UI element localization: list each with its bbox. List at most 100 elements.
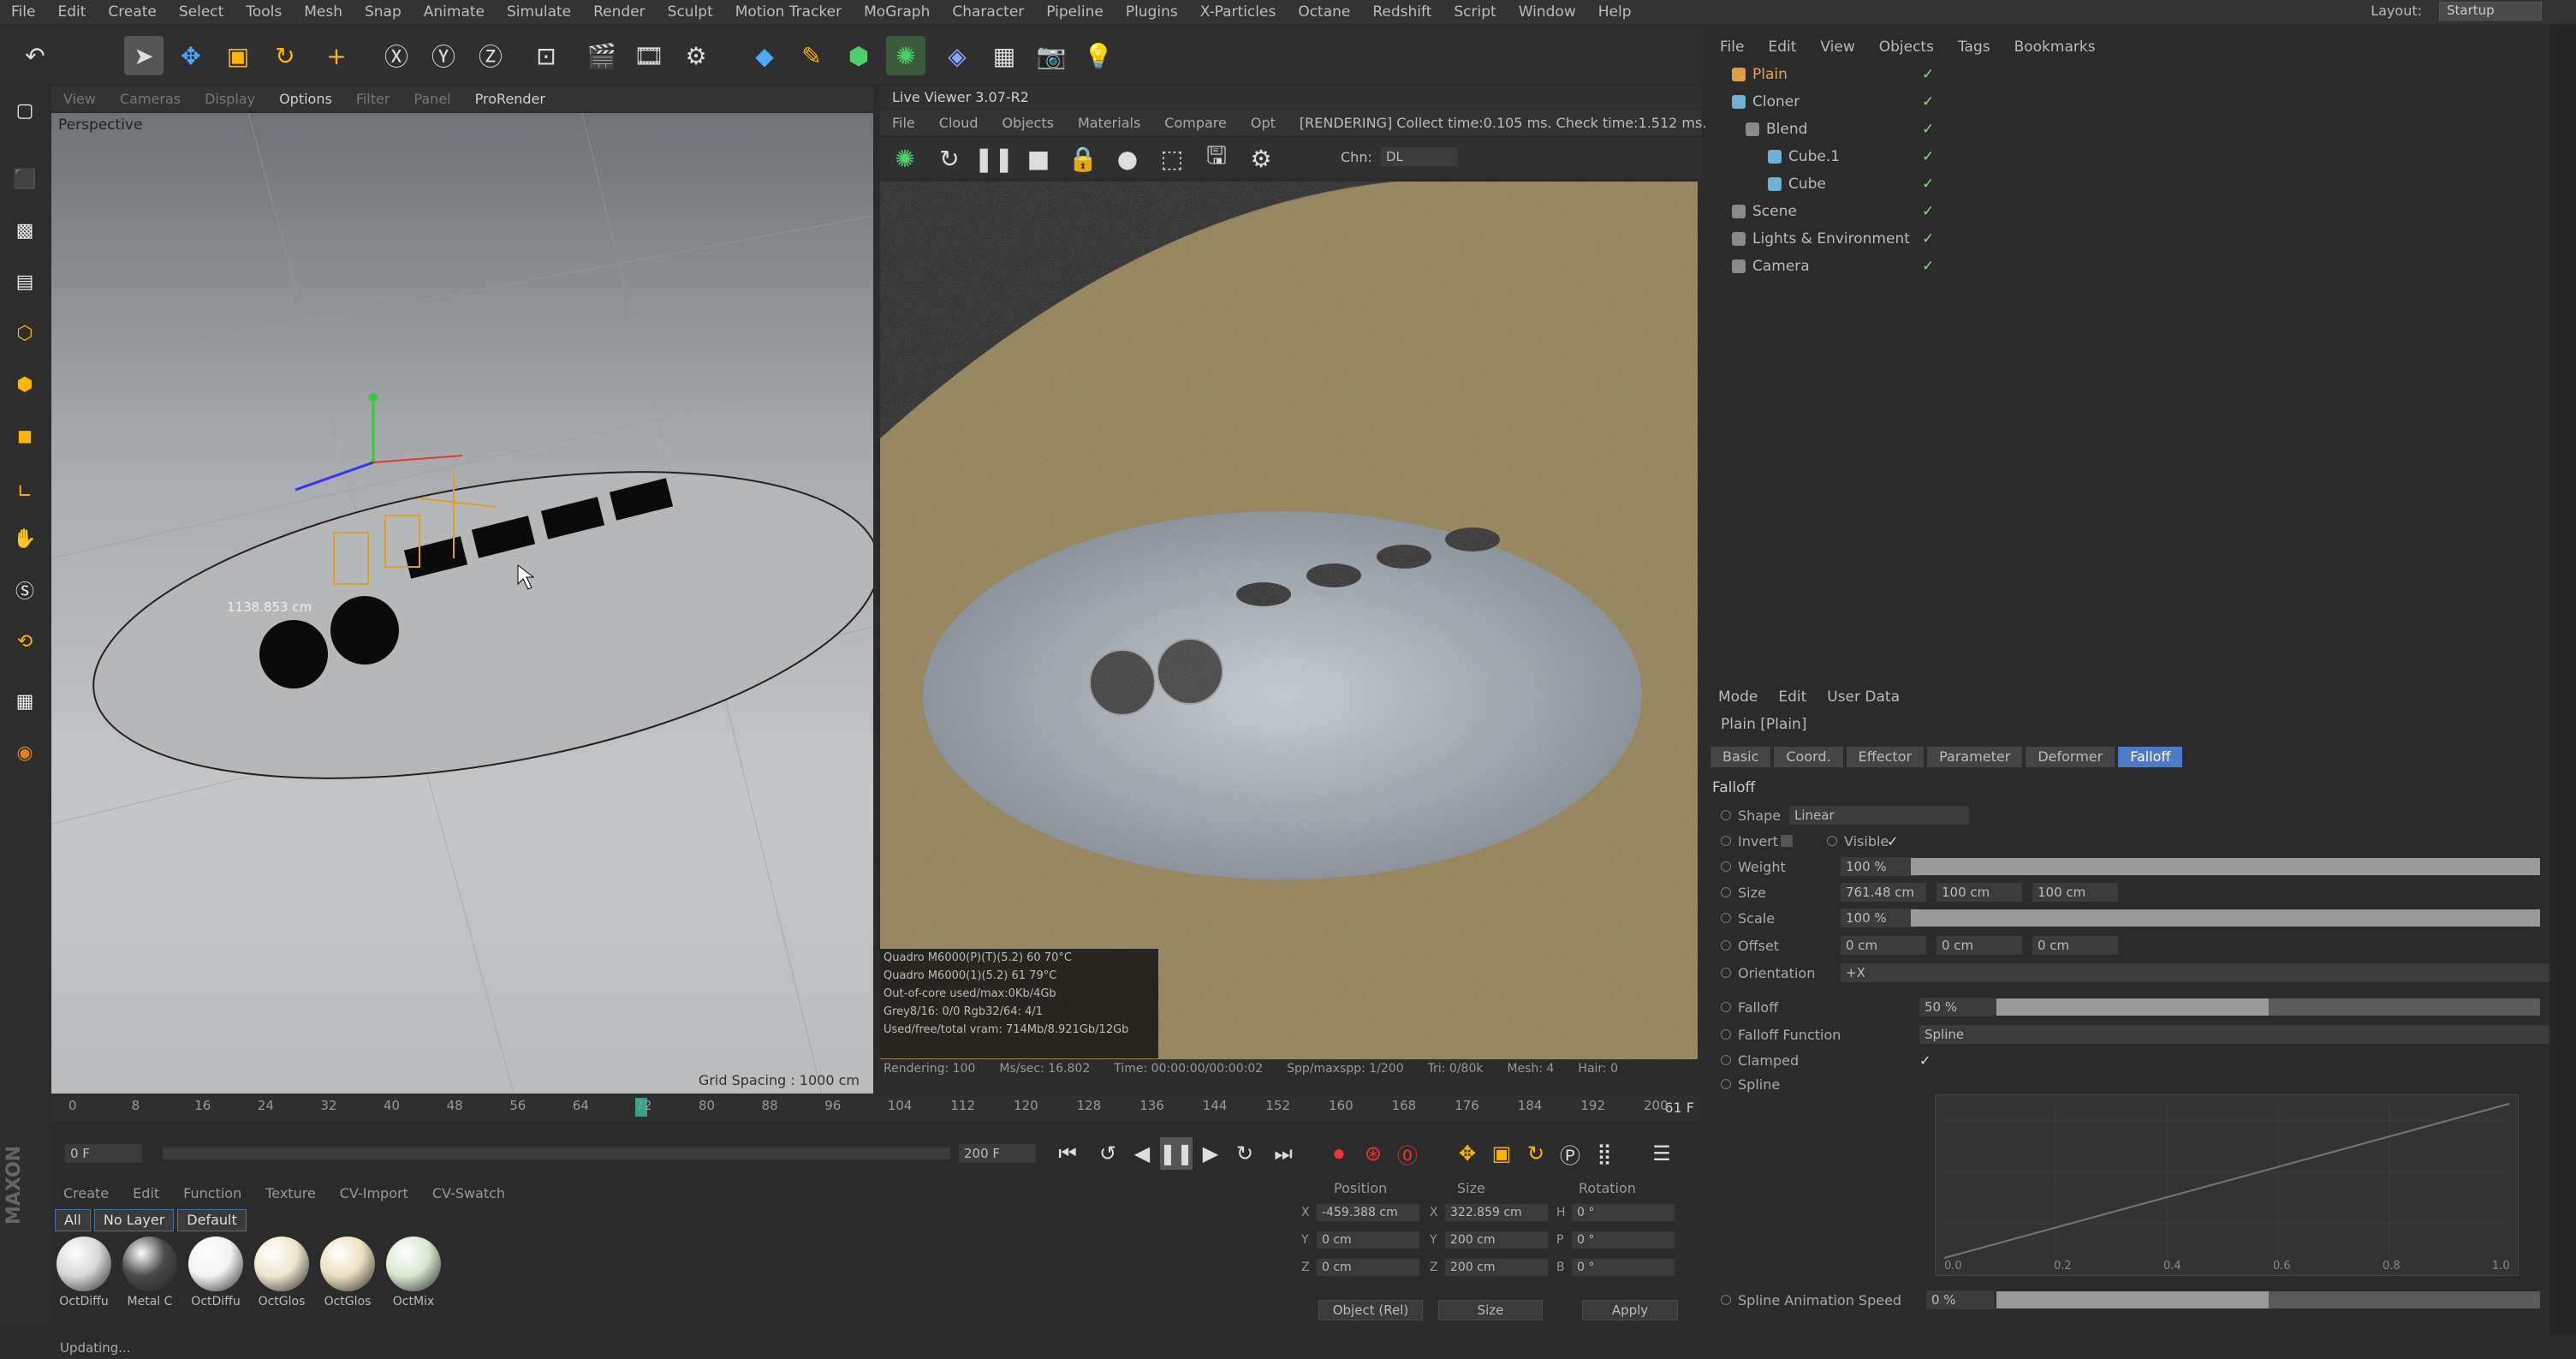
menu-sculpt[interactable]: Sculpt [657, 3, 724, 21]
falloff-slider[interactable] [1996, 998, 2540, 1016]
tab-falloff[interactable]: Falloff [2118, 747, 2183, 767]
attribute-menu-edit[interactable]: Edit [1768, 688, 1817, 706]
material-swatch[interactable]: OctDiffu [53, 1233, 115, 1310]
object-row[interactable]: Plain ✓ [1732, 62, 1934, 87]
visibility-toggle[interactable]: ✓ [1922, 148, 1934, 165]
settings-icon[interactable]: ⚙ [1241, 139, 1281, 178]
clamped-checkbox[interactable]: ✓ [1919, 1052, 1931, 1069]
key-parameter-icon[interactable]: Ⓟ [1554, 1137, 1586, 1170]
visibility-toggle[interactable]: ✓ [1922, 66, 1934, 83]
polygons-mode-icon[interactable]: ◼ [7, 418, 43, 454]
axis-icon[interactable]: ∟ [7, 474, 43, 510]
object-menu-tags[interactable]: Tags [1946, 39, 2002, 56]
material-ball-icon[interactable]: ● [1108, 139, 1147, 178]
coord-pos[interactable]: -459.388 cm [1317, 1204, 1419, 1221]
restart-icon[interactable]: ↻ [930, 139, 969, 178]
visibility-toggle[interactable]: ✓ [1922, 258, 1934, 275]
live-viewer-menu-opt[interactable]: Opt [1239, 115, 1288, 131]
region-icon[interactable]: ⬚ [1152, 139, 1192, 178]
light-icon[interactable]: 💡 [1079, 36, 1118, 75]
menu-octane[interactable]: Octane [1287, 3, 1361, 21]
visibility-toggle[interactable]: ✓ [1922, 93, 1934, 110]
spline-speed-field[interactable]: 0 % [1926, 1290, 1995, 1309]
play-pause-icon[interactable]: ❚❚ [1159, 1137, 1193, 1170]
material-menu-create[interactable]: Create [51, 1185, 121, 1201]
coord-rot[interactable]: 0 ° [1572, 1259, 1675, 1276]
start-frame-field[interactable]: 0 F [65, 1144, 142, 1163]
visibility-toggle[interactable]: ✓ [1922, 176, 1934, 193]
perspective-viewport[interactable]: Perspective 1138.853 cm Grid Spacing : 1… [51, 113, 873, 1094]
render-settings-icon[interactable]: ⚙ [676, 36, 716, 75]
visible-checkbox[interactable]: ✓ [1887, 833, 1898, 849]
spline-speed-slider[interactable] [1996, 1291, 2540, 1308]
coordinate-system-icon[interactable]: ⊡ [527, 36, 566, 75]
material-swatch[interactable]: Metal C [119, 1233, 181, 1310]
material-menu-cv-swatch[interactable]: CV-Swatch [420, 1185, 517, 1201]
material-filter-all[interactable]: All [55, 1209, 91, 1231]
menu-character[interactable]: Character [941, 3, 1035, 21]
invert-checkbox[interactable] [1781, 835, 1793, 847]
stop-icon[interactable]: ■ [1019, 139, 1058, 178]
rotate-icon[interactable]: ↻ [265, 36, 305, 75]
scheme-icon[interactable]: ☰ [1645, 1137, 1678, 1170]
menu-file[interactable]: File [0, 3, 46, 21]
size-z-field[interactable]: 100 cm [2032, 883, 2118, 902]
viewport-menu-options[interactable]: Options [267, 91, 344, 107]
live-viewer-menu-compare[interactable]: Compare [1152, 115, 1239, 131]
start-render-icon[interactable]: ✺ [885, 139, 925, 178]
viewport-menu-display[interactable]: Display [193, 91, 267, 107]
material-filter-no-layer[interactable]: No Layer [93, 1209, 175, 1231]
menu-snap[interactable]: Snap [354, 3, 413, 21]
make-editable-icon[interactable]: ▢ [7, 92, 43, 128]
key-scale-icon[interactable]: ▣ [1485, 1137, 1518, 1170]
grid-icon[interactable]: ▦ [7, 683, 43, 719]
move-icon[interactable]: ✥ [171, 36, 211, 75]
size-mode-select[interactable]: Size [1438, 1300, 1543, 1320]
offset-x-field[interactable]: 0 cm [1841, 936, 1926, 955]
apply-button[interactable]: Apply [1582, 1300, 1678, 1320]
menu-motion-tracker[interactable]: Motion Tracker [724, 3, 853, 21]
coord-rot[interactable]: 0 ° [1572, 1231, 1675, 1249]
object-row[interactable]: Blend ✓ [1746, 116, 1934, 142]
orientation-select[interactable]: +X [1841, 963, 2551, 982]
go-to-end-icon[interactable]: ⏭ [1267, 1137, 1300, 1170]
weight-field[interactable]: 100 % [1841, 857, 1918, 876]
timeline-ruler[interactable]: 61 F 0 8 16 24 32 40 48 56 64 72 80 88 96 104 112 120 12… [51, 1096, 1699, 1122]
recent-tool-icon[interactable]: + [317, 36, 356, 75]
material-swatch[interactable]: OctGlos [317, 1233, 378, 1310]
material-filter-default[interactable]: Default [177, 1209, 247, 1231]
menu-create[interactable]: Create [97, 3, 168, 21]
shape-select[interactable]: Linear [1789, 806, 1969, 825]
scale-slider[interactable] [1911, 909, 2540, 927]
object-menu-edit[interactable]: Edit [1756, 39, 1808, 56]
visibility-toggle[interactable]: ✓ [1922, 230, 1934, 247]
menu-window[interactable]: Window [1508, 3, 1587, 21]
render-picture-viewer-icon[interactable]: 🎞 [629, 36, 669, 75]
tab-effector[interactable]: Effector [1846, 747, 1925, 767]
edges-mode-icon[interactable]: ⬢ [7, 367, 43, 402]
key-position-icon[interactable]: ✥ [1451, 1137, 1484, 1170]
workplane-icon[interactable]: ▤ [7, 264, 43, 300]
solo-icon[interactable]: ◉ [7, 735, 43, 771]
autokey-icon[interactable]: ⊛ [1357, 1137, 1389, 1170]
weight-slider[interactable] [1911, 858, 2540, 875]
menu-animate[interactable]: Animate [413, 3, 496, 21]
keyframe-selection-icon[interactable]: ⓪ [1391, 1137, 1424, 1170]
cube-icon[interactable]: ◆ [745, 36, 784, 75]
size-y-field[interactable]: 100 cm [1936, 883, 2022, 902]
channel-select[interactable]: DL [1381, 147, 1458, 166]
object-row[interactable]: Cube ✓ [1768, 171, 1934, 197]
texture-mode-icon[interactable]: ▩ [7, 212, 43, 248]
subdivision-icon[interactable]: ⬢ [839, 36, 878, 75]
coord-pos[interactable]: 0 cm [1317, 1259, 1419, 1276]
object-row[interactable]: Cloner ✓ [1732, 89, 1934, 115]
object-row[interactable]: Camera ✓ [1732, 253, 1934, 279]
object-menu-view[interactable]: View [1808, 39, 1866, 56]
menu-mesh[interactable]: Mesh [293, 3, 354, 21]
key-pla-icon[interactable]: ⣿ [1588, 1137, 1621, 1170]
object-row[interactable]: Cube.1 ✓ [1768, 144, 1934, 170]
scale-field[interactable]: 100 % [1841, 909, 1918, 927]
viewport-menu-panel[interactable]: Panel [402, 91, 462, 107]
menu-help[interactable]: Help [1587, 3, 1643, 21]
viewport-menu-view[interactable]: View [51, 91, 108, 107]
